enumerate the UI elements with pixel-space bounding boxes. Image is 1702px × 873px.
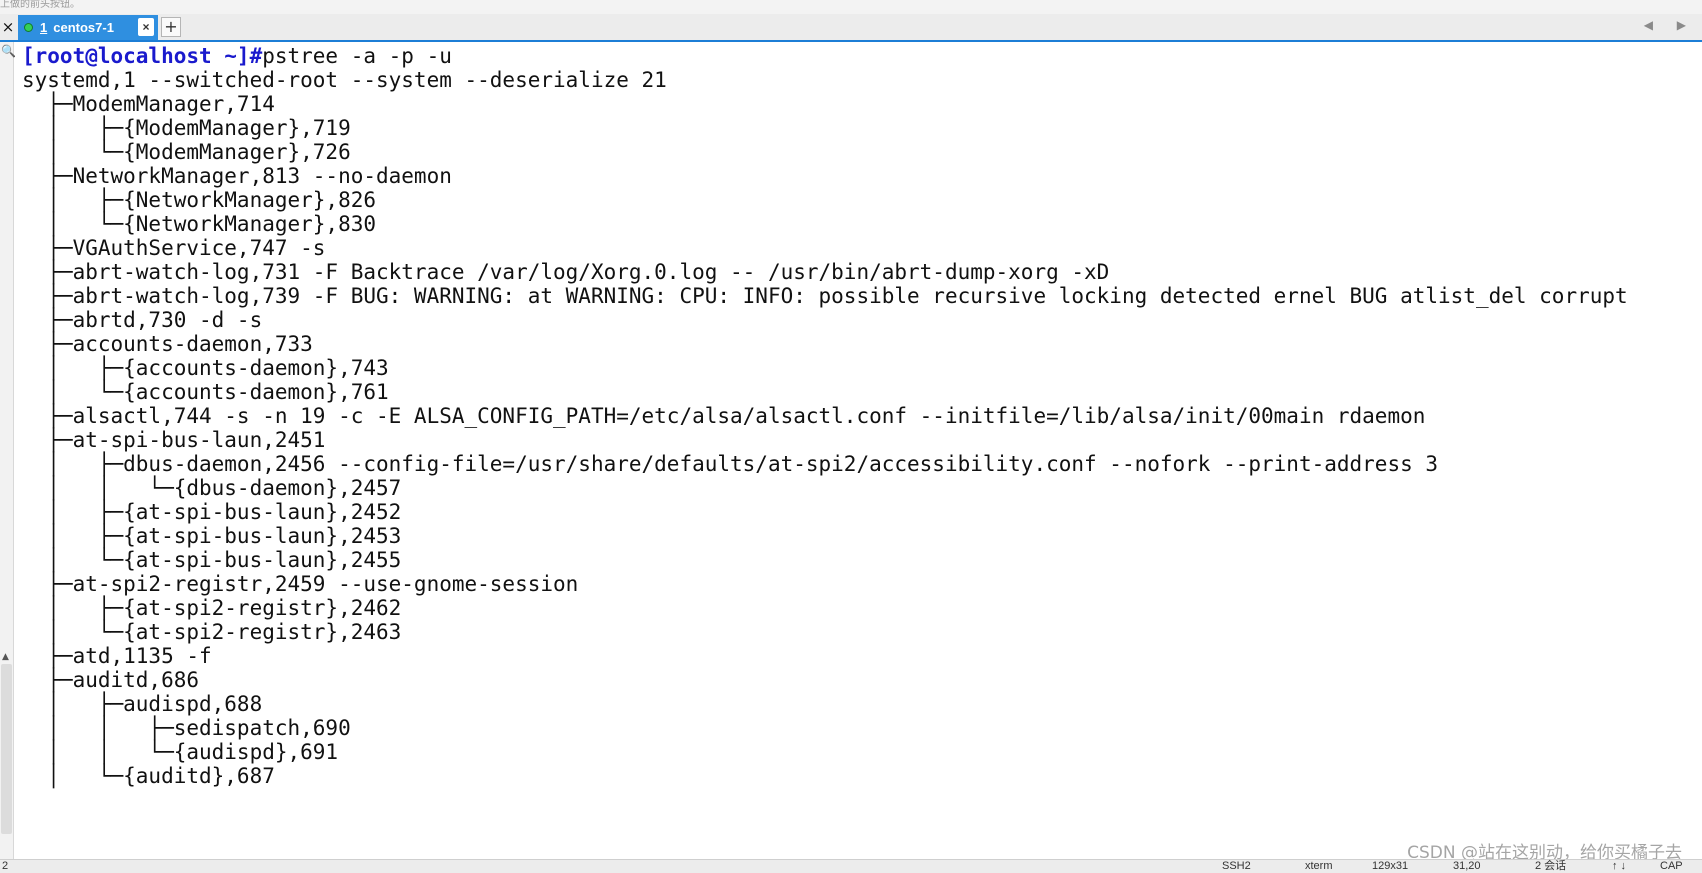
output-line: │ └─{auditd},687	[22, 764, 275, 788]
tab-centos7-1[interactable]: 1 centos7-1 ×	[18, 15, 158, 40]
status-terminal-type: xterm	[1305, 860, 1333, 872]
status-arrows-icon: ↑ ↓	[1612, 860, 1627, 872]
status-sessions: 2 会话	[1535, 860, 1567, 872]
session-tab-bar: × 1 centos7-1 × + ◀ ▶	[0, 14, 1702, 42]
output-line: │ ├─{at-spi-bus-laun},2452	[22, 500, 402, 524]
output-line: ├─at-spi2-registr,2459 --use-gnome-sessi…	[22, 572, 579, 596]
output-line: │ ├─{accounts-daemon},743	[22, 356, 389, 380]
terminal-output[interactable]: [root@localhost ~]#pstree -a -p -u syste…	[22, 44, 1702, 859]
output-line: │ │ └─{dbus-daemon},2457	[22, 476, 402, 500]
connection-status-icon	[24, 23, 33, 32]
output-line: │ └─{ModemManager},726	[22, 140, 351, 164]
output-line: systemd,1 --switched-root --system --des…	[22, 68, 667, 92]
output-line: │ │ ├─sedispatch,690	[22, 716, 351, 740]
output-line: │ ├─dbus-daemon,2456 --config-file=/usr/…	[22, 452, 1439, 476]
output-line: ├─auditd,686	[22, 668, 200, 692]
output-line: ├─VGAuthService,747 -s	[22, 236, 326, 260]
chevron-up-icon[interactable]: ▲	[2, 652, 9, 662]
top-hint-strip: 上做的前头按钮。	[0, 0, 1702, 14]
status-cursor: 31,20	[1453, 860, 1481, 872]
output-line: │ └─{accounts-daemon},761	[22, 380, 389, 404]
output-line: │ ├─{ModemManager},719	[22, 116, 351, 140]
status-left: 2	[2, 860, 9, 872]
status-size: 129x31	[1372, 860, 1409, 872]
output-line: ├─accounts-daemon,733	[22, 332, 313, 356]
scrollbar[interactable]	[1, 664, 12, 834]
output-line: ├─at-spi-bus-laun,2451	[22, 428, 326, 452]
output-line: ├─abrtd,730 -d -s	[22, 308, 263, 332]
tab-number: 1	[40, 20, 48, 35]
output-line: │ │ └─{audispd},691	[22, 740, 339, 764]
tab-title: centos7-1	[53, 20, 114, 35]
status-bar: 2 SSH2 xterm 129x31 31,20 2 会话 ↑ ↓ CAP	[0, 859, 1702, 873]
command-line: [root@localhost ~]#pstree -a -p -u	[22, 44, 1702, 68]
output-line: ├─atd,1135 -f	[22, 644, 212, 668]
add-tab-button[interactable]: +	[161, 17, 181, 37]
top-hint-text: 上做的前头按钮。	[0, 0, 80, 10]
output-line: ├─ModemManager,714	[22, 92, 275, 116]
left-sidebar-strip: 🔍 ▲	[0, 42, 16, 859]
shell-command: pstree -a -p -u	[262, 44, 452, 68]
tab-close-icon[interactable]: ×	[138, 18, 154, 36]
close-icon[interactable]: ×	[0, 16, 16, 38]
output-line: │ └─{NetworkManager},830	[22, 212, 377, 236]
output-line: ├─abrt-watch-log,739 -F BUG: WARNING: at…	[22, 284, 1628, 308]
output-line: │ └─{at-spi2-registr},2463	[22, 620, 402, 644]
output-line: │ └─{at-spi-bus-laun},2455	[22, 548, 402, 572]
shell-prompt: [root@localhost ~]#	[22, 44, 263, 68]
output-line: ├─NetworkManager,813 --no-daemon	[22, 164, 452, 188]
output-line: │ ├─audispd,688	[22, 692, 263, 716]
output-line: │ ├─{NetworkManager},826	[22, 188, 377, 212]
output-line: ├─alsactl,744 -s -n 19 -c -E ALSA_CONFIG…	[22, 404, 1426, 428]
status-protocol: SSH2	[1222, 860, 1251, 872]
tab-scroll-icons[interactable]: ◀ ▶	[1644, 18, 1696, 32]
output-line: ├─abrt-watch-log,731 -F Backtrace /var/l…	[22, 260, 1110, 284]
output-line: │ ├─{at-spi2-registr},2462	[22, 596, 402, 620]
status-caps: CAP	[1660, 860, 1683, 872]
output-line: │ ├─{at-spi-bus-laun},2453	[22, 524, 402, 548]
search-icon[interactable]: 🔍	[1, 44, 16, 58]
